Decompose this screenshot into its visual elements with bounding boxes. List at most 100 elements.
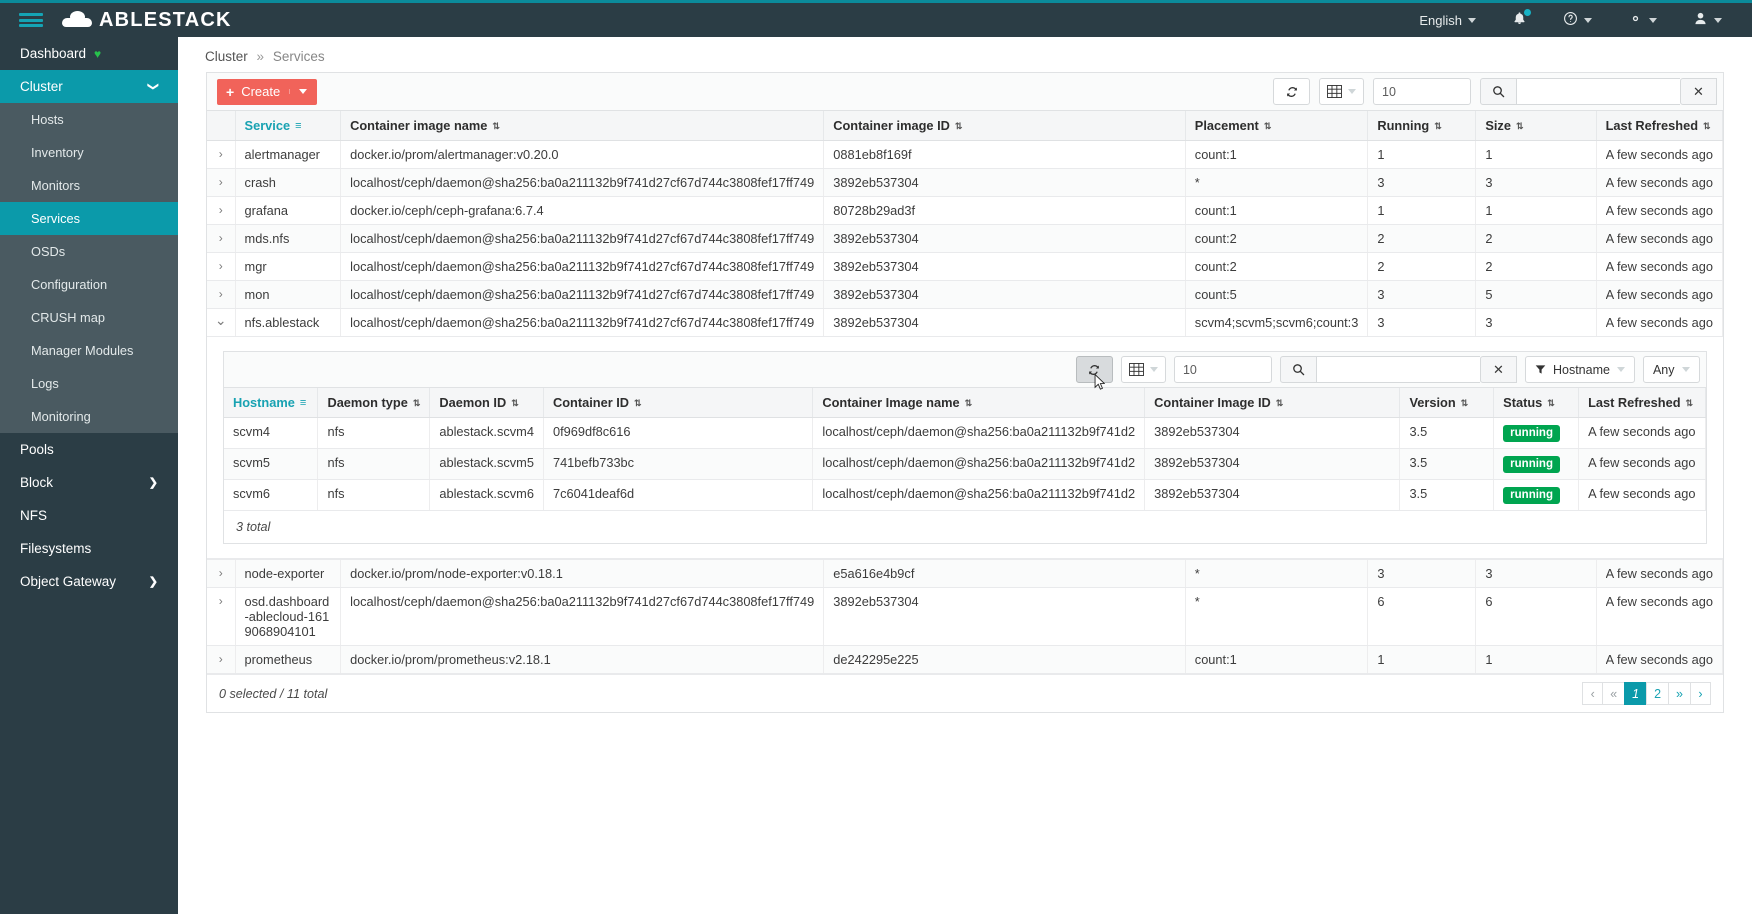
sidebar-item-manager-modules[interactable]: Manager Modules xyxy=(0,334,178,367)
sidebar-item-filesystems[interactable]: Filesystems xyxy=(0,532,178,565)
create-dropdown-toggle[interactable] xyxy=(289,89,308,94)
chevron-down-icon xyxy=(1149,367,1158,372)
daemon-table-row[interactable]: scvm4 nfs ablestack.scvm4 0f969df8c616 local… xyxy=(224,417,1706,449)
brand-logo[interactable]: ABLESTACK xyxy=(62,9,232,32)
services-header-placement[interactable]: Placement ⇅ xyxy=(1185,111,1369,141)
cell-text: 3892eb537304 xyxy=(833,231,919,246)
sidebar-item-inventory[interactable]: Inventory xyxy=(0,136,178,169)
cell-text: * xyxy=(1194,175,1200,190)
table-row[interactable]: › crash localhost/ceph/daemon@sha256:ba0a2… xyxy=(207,168,1724,197)
page-size-input[interactable]: 10 xyxy=(1373,78,1471,105)
row-collapse-toggle[interactable]: ⌄ xyxy=(207,308,236,337)
daemons-search-button[interactable] xyxy=(1279,356,1317,383)
row-expand-toggle[interactable]: › xyxy=(207,140,236,169)
daemons-column-selector-button[interactable] xyxy=(1120,356,1166,383)
daemons-header-last-refreshed[interactable]: Last Refreshed ⇅ xyxy=(1578,388,1706,418)
sidebar-item-services[interactable]: Services xyxy=(0,202,178,235)
daemons-header-version[interactable]: Version ⇅ xyxy=(1399,388,1495,418)
table-row[interactable]: › prometheus docker.io/prom/prometheus:v2.… xyxy=(207,645,1724,674)
sidebar-item-monitoring[interactable]: Monitoring xyxy=(0,400,178,433)
row-expand-toggle[interactable]: › xyxy=(207,196,236,225)
pagination-prev[interactable]: « xyxy=(1602,682,1626,705)
table-row[interactable]: › grafana docker.io/ceph/ceph-grafana:6.7.… xyxy=(207,196,1724,225)
sidebar-item-configuration[interactable]: Configuration xyxy=(0,268,178,301)
search-icon xyxy=(1493,86,1505,98)
daemons-header-container-image-name[interactable]: Container Image name ⇅ xyxy=(812,388,1146,418)
sidebar-item-osds[interactable]: OSDs xyxy=(0,235,178,268)
table-row[interactable]: › mon localhost/ceph/daemon@sha256:ba0a211… xyxy=(207,280,1724,309)
pagination-next[interactable]: » xyxy=(1668,682,1691,705)
daemons-header-container-id[interactable]: Container ID ⇅ xyxy=(543,388,814,418)
sidebar-item-hosts[interactable]: Hosts xyxy=(0,103,178,136)
sidebar-item-monitors[interactable]: Monitors xyxy=(0,169,178,202)
chevron-down-icon: ❯ xyxy=(146,81,159,92)
refresh-button[interactable] xyxy=(1273,78,1310,105)
sidebar-item-label: Services xyxy=(31,211,81,226)
row-expand-toggle[interactable]: › xyxy=(207,645,236,674)
settings-menu[interactable] xyxy=(1610,3,1675,37)
cell-text: mds.nfs xyxy=(244,231,290,246)
breadcrumb-parent[interactable]: Cluster xyxy=(205,49,248,64)
sort-icon: ⇅ xyxy=(964,398,973,408)
table-row[interactable]: ⌄ nfs.ablestack localhost/ceph/daemon@sha2… xyxy=(207,308,1724,337)
daemons-header-status[interactable]: Status ⇅ xyxy=(1493,388,1580,418)
cell-size: 2 xyxy=(1475,252,1597,281)
pagination-first[interactable]: ‹ xyxy=(1582,682,1604,705)
search-button[interactable] xyxy=(1480,78,1517,105)
daemons-clear-search-button[interactable]: ✕ xyxy=(1479,356,1517,383)
sidebar-item-nfs[interactable]: NFS xyxy=(0,499,178,532)
table-row[interactable]: › mgr localhost/ceph/daemon@sha256:ba0a211… xyxy=(207,252,1724,281)
pagination-page-1[interactable]: 1 xyxy=(1624,682,1648,705)
daemons-header-daemon-type[interactable]: Daemon type ⇅ xyxy=(317,388,431,418)
daemons-search-input[interactable] xyxy=(1316,356,1480,383)
sidebar-item-dashboard[interactable]: Dashboard ♥ xyxy=(0,37,178,70)
sidebar-item-pools[interactable]: Pools xyxy=(0,433,178,466)
search-input[interactable] xyxy=(1517,78,1680,105)
services-header-service[interactable]: Service ≡ xyxy=(235,111,342,141)
pagination-page-2[interactable]: 2 xyxy=(1646,682,1670,705)
row-expand-toggle[interactable]: › xyxy=(207,280,236,309)
daemons-header-hostname[interactable]: Hostname ≡ xyxy=(224,388,319,418)
clear-search-button[interactable]: ✕ xyxy=(1680,78,1717,105)
services-header-container-image-id[interactable]: Container image ID ⇅ xyxy=(823,111,1186,141)
table-row[interactable]: › alertmanager docker.io/prom/alertmanager… xyxy=(207,140,1724,169)
row-expand-toggle[interactable]: › xyxy=(207,559,236,588)
column-selector-button[interactable] xyxy=(1319,78,1364,105)
table-row[interactable]: › node-exporter docker.io/prom/node-export… xyxy=(207,559,1724,588)
daemon-table-row[interactable]: scvm5 nfs ablestack.scvm5 741befb733bc local… xyxy=(224,448,1706,480)
daemon-cell-text: localhost/ceph/daemon@sha256:ba0a211132b… xyxy=(822,424,1136,439)
daemons-refresh-button[interactable] xyxy=(1075,356,1113,390)
table-row[interactable]: › osd.dashboard-ablecloud-1619068904101 lo… xyxy=(207,587,1724,646)
hamburger-icon[interactable] xyxy=(0,11,62,30)
create-button[interactable]: + Create xyxy=(217,78,318,105)
pagination-last[interactable]: › xyxy=(1690,682,1711,705)
services-header-size[interactable]: Size ⇅ xyxy=(1475,111,1597,141)
cell-running: 3 xyxy=(1367,280,1477,309)
language-selector[interactable]: English xyxy=(1401,3,1494,37)
services-header-last-refreshed[interactable]: Last Refreshed ⇅ xyxy=(1596,111,1724,141)
row-expand-toggle[interactable]: › xyxy=(207,168,236,197)
services-header-container-image-name[interactable]: Container image name ⇅ xyxy=(340,111,825,141)
services-header-running[interactable]: Running ⇅ xyxy=(1367,111,1477,141)
help-menu[interactable] xyxy=(1545,3,1610,37)
sidebar-item-crush-map[interactable]: CRUSH map xyxy=(0,301,178,334)
row-expand-toggle[interactable]: › xyxy=(207,587,236,646)
row-expand-toggle[interactable]: › xyxy=(207,252,236,281)
row-expand-toggle[interactable]: › xyxy=(207,224,236,253)
daemons-header-container-image-id[interactable]: Container Image ID ⇅ xyxy=(1144,388,1401,418)
daemons-filter-any[interactable]: Any xyxy=(1642,356,1700,383)
sidebar-item-block[interactable]: Block ❯ xyxy=(0,466,178,499)
table-row[interactable]: › mds.nfs localhost/ceph/daemon@sha256:ba0… xyxy=(207,224,1724,253)
daemon-table-row[interactable]: scvm6 nfs ablestack.scvm6 7c6041deaf6d local… xyxy=(224,479,1706,511)
cell-service: mgr xyxy=(235,252,342,281)
daemons-page-size-input[interactable]: 10 xyxy=(1173,356,1272,383)
daemons-filter-hostname[interactable]: Hostname xyxy=(1524,356,1635,383)
sidebar-item-logs[interactable]: Logs xyxy=(0,367,178,400)
column-header-label: Version xyxy=(1409,395,1456,410)
notifications-button[interactable] xyxy=(1494,3,1545,37)
daemons-header-daemon-id[interactable]: Daemon ID ⇅ xyxy=(429,388,544,418)
daemon-cell-image-name: localhost/ceph/daemon@sha256:ba0a211132b… xyxy=(812,417,1146,449)
user-menu[interactable] xyxy=(1675,3,1740,37)
sidebar-item-cluster[interactable]: Cluster ❯ xyxy=(0,70,178,103)
sidebar-item-object-gateway[interactable]: Object Gateway ❯ xyxy=(0,565,178,598)
